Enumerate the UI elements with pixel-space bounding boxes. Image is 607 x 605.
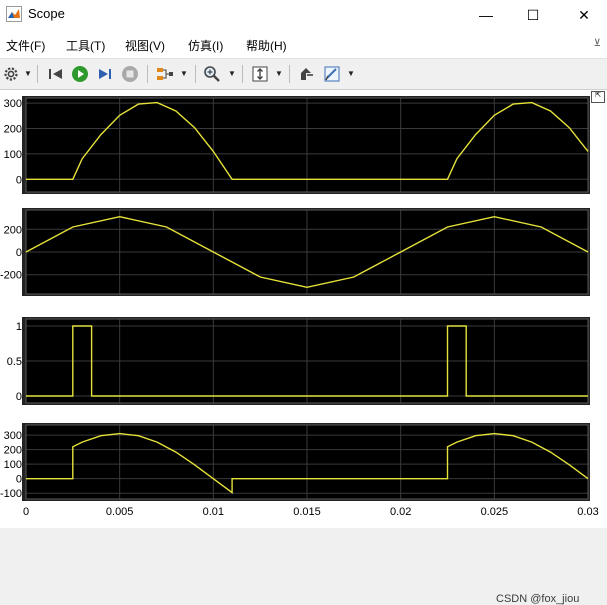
chevron-down-icon[interactable]: ▼ — [228, 69, 236, 78]
x-tick-label: 0.005 — [106, 506, 134, 518]
highlight-icon[interactable] — [296, 64, 316, 84]
y-tick-label: -200 — [0, 270, 22, 282]
style-icon[interactable] — [322, 64, 342, 84]
scope-axes-container[interactable]: 0100200300-200020000.51-10001002003000 0.… — [0, 90, 607, 528]
y-tick-label: 100 — [4, 459, 22, 471]
window-title: Scope — [28, 6, 65, 21]
y-tick-label: 300 — [4, 430, 22, 442]
menu-view[interactable]: 视图(V) — [125, 37, 165, 54]
undock-icon[interactable]: ⇱ — [591, 91, 605, 103]
menu-help[interactable]: 帮助(H) — [246, 37, 287, 54]
chevron-down-icon[interactable]: ▼ — [24, 69, 32, 78]
y-tick-label: 300 — [4, 98, 22, 110]
autoscale-icon[interactable] — [250, 64, 270, 84]
maximize-button[interactable]: ☐ — [510, 0, 556, 30]
panel-2: -200 0 200 — [0, 208, 590, 296]
chevron-down-icon[interactable]: ▼ — [347, 69, 355, 78]
run-icon[interactable] — [70, 64, 90, 84]
collapse-menu-icon[interactable]: ⊻ — [594, 38, 601, 49]
panel-4: -10001002003000 0.005 0.01 0.015 0.02 0.025 0.… — [0, 423, 599, 518]
watermark-text: CSDN @fox_jiou — [496, 593, 580, 605]
x-tick-label: 0.01 — [203, 506, 224, 518]
y-tick-label: 1 — [16, 321, 22, 333]
x-tick-label: 0.025 — [481, 506, 509, 518]
close-icon: ✕ — [578, 6, 590, 23]
panel-3: 00.51 — [7, 317, 590, 405]
gear-icon[interactable] — [1, 64, 21, 84]
x-tick-label: 0.03 — [577, 506, 598, 518]
toolbar-separator — [37, 65, 38, 83]
toolbar: ▼ ▼ ▼ ▼ ▼ — [0, 59, 607, 90]
step-back-icon[interactable] — [46, 64, 66, 84]
y-tick-label: 0.5 — [7, 356, 22, 368]
matlab-icon — [6, 6, 22, 22]
maximize-icon: ☐ — [526, 6, 540, 23]
y-tick-label: 200 — [4, 445, 22, 457]
stop-icon[interactable] — [120, 64, 140, 84]
menu-bar: 文件(F) 工具(T) 视图(V) 仿真(I) 帮助(H) ⊻ — [0, 30, 607, 59]
y-tick-label: -100 — [0, 488, 22, 500]
minimize-button[interactable]: — — [463, 0, 509, 30]
y-tick-label: 200 — [4, 224, 22, 236]
x-tick-label: 0 — [23, 506, 29, 518]
x-tick-label: 0.015 — [293, 506, 321, 518]
step-forward-icon[interactable] — [95, 64, 115, 84]
y-tick-label: 0 — [16, 247, 22, 259]
signal-select-icon[interactable] — [155, 64, 175, 84]
scope-plot-area: ⇱ 0 100 200 300 -200 0 200 0 0.5 1 -100 0 100 200 300 0… — [0, 90, 607, 605]
toolbar-separator — [195, 65, 196, 83]
y-tick-label: 0 — [16, 474, 22, 486]
y-tick-label: 100 — [4, 149, 22, 161]
menu-file[interactable]: 文件(F) — [6, 37, 45, 54]
x-tick-label: 0.02 — [390, 506, 411, 518]
chevron-down-icon[interactable]: ▼ — [275, 69, 283, 78]
panel-1: 0 100 200 300 — [4, 96, 590, 194]
toolbar-separator — [289, 65, 290, 83]
chevron-down-icon[interactable]: ▼ — [180, 69, 188, 78]
zoom-icon[interactable] — [202, 64, 222, 84]
toolbar-separator — [242, 65, 243, 83]
close-button[interactable]: ✕ — [561, 0, 607, 30]
minimize-icon: — — [479, 7, 493, 23]
title-bar: Scope — ☐ ✕ — [0, 0, 607, 30]
y-tick-label: 200 — [4, 123, 22, 135]
y-tick-label: 0 — [16, 174, 22, 186]
menu-simulation[interactable]: 仿真(I) — [188, 37, 223, 54]
toolbar-separator — [147, 65, 148, 83]
menu-tools[interactable]: 工具(T) — [66, 37, 105, 54]
y-tick-label: 0 — [16, 391, 22, 403]
